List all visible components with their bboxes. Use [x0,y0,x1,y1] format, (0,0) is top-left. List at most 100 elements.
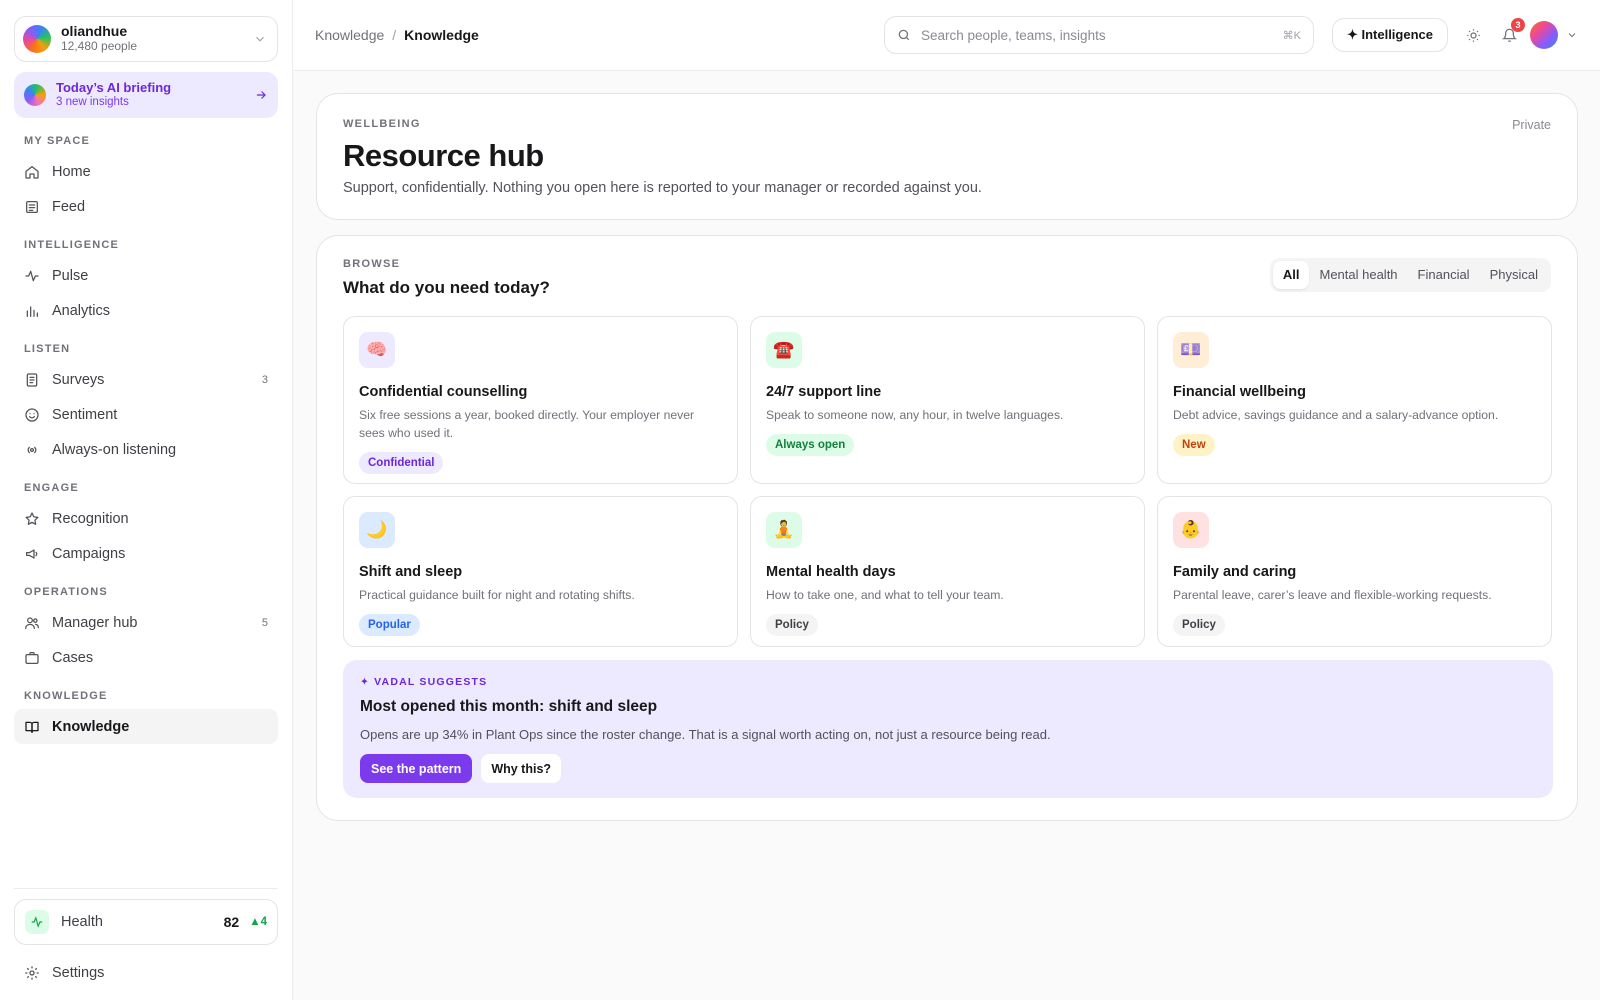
why-this-button[interactable]: Why this? [481,754,562,783]
sidebar-nav: MY SPACE Home Feed INTELLIGENCE Pulse Analyti… [14,134,278,744]
resource-hub-header: WELLBEING Resource hub Support, confiden… [316,93,1578,220]
resource-tag: Popular [359,614,420,636]
theme-toggle[interactable] [1462,24,1484,46]
sidebar-item-count: 5 [261,616,268,629]
resource-description: How to take one, and what to tell your t… [766,588,1004,602]
pulse-icon [25,270,39,281]
sidebar-item-label: Analytics [52,302,111,319]
sidebar-item-home[interactable]: Home [14,154,278,189]
sidebar-item-label: Settings [52,964,105,981]
megaphone-icon [26,548,38,559]
ai-briefing-card[interactable]: Today’s AI briefing 3 new insights [14,72,278,118]
sidebar-section-label: KNOWLEDGE [24,690,108,702]
sidebar-section-label: MY SPACE [24,135,91,147]
resource-tag: Always open [766,434,855,456]
resource-card[interactable]: 👶 Family and caring Parental leave, carer’… [1157,496,1552,647]
suggestion-eyebrow: ✦ VADAL SUGGESTS [360,676,488,688]
resource-card[interactable]: 🧠 Confidential counselling Six free sessio… [343,316,738,484]
sidebar-item-label: Pulse [52,267,89,284]
breadcrumb-parent[interactable]: Knowledge [315,27,384,43]
briefing-title: Today’s AI briefing [56,80,172,95]
sidebar-item-sentiment[interactable]: Sentiment [14,397,278,432]
notifications-button[interactable]: 3 [1498,18,1525,46]
resource-tag: Policy [766,614,818,636]
resource-card[interactable]: 🌙 Shift and sleep Practical guidance built… [343,496,738,647]
page-title: Resource hub [343,138,544,173]
health-label: Health [61,914,103,930]
sidebar-item-campaigns[interactable]: Campaigns [14,536,278,571]
sidebar-item-always-on-listening[interactable]: Always-on listening [14,432,278,467]
feed-icon [26,200,38,213]
org-avatar [23,25,51,53]
tab-all[interactable]: All [1272,261,1310,289]
search-shortcut: ⌘K [1282,29,1301,42]
ai-suggestion-card: ✦ VADAL SUGGESTS Most opened this month:… [343,660,1553,798]
baby-icon: 👶 [1173,512,1209,548]
resource-description: Parental leave, carer’s leave and flexib… [1173,588,1492,602]
briefcase-icon [25,651,39,664]
sidebar-item-label: Recognition [52,510,129,527]
meditation-icon: 🧘 [766,512,802,548]
resource-title: Family and caring [1173,564,1297,580]
resource-card[interactable]: ☎️ 24/7 support line Speak to someone now,… [750,316,1145,484]
breadcrumb-current: Knowledge [404,27,479,43]
sidebar-item-label: Manager hub [52,614,138,631]
sidebar-item-pulse[interactable]: Pulse [14,258,278,293]
moon-icon: 🌙 [359,512,395,548]
tab-mental-health[interactable]: Mental health [1309,261,1407,289]
resource-card[interactable]: 🧘 Mental health days How to take one, and … [750,496,1145,647]
sidebar-item-analytics[interactable]: Analytics [14,293,278,328]
health-delta: ▲4 [249,916,267,928]
see-pattern-button[interactable]: See the pattern [360,754,473,783]
sidebar-item-label: Knowledge [52,718,130,735]
sidebar-item-manager-hub[interactable]: Manager hub 5 [14,605,278,640]
chevron-down-icon [256,36,264,42]
sidebar-item-surveys[interactable]: Surveys 3 [14,362,278,397]
sidebar-section-label: ENGAGE [24,482,79,494]
top-bar: Knowledge / Knowledge ⌘K ✦ Intelligence … [293,0,1600,71]
sidebar-item-feed[interactable]: Feed [14,189,278,224]
survey-icon [26,372,38,387]
sidebar-item-label: Feed [52,198,86,215]
sidebar-section-label: INTELLIGENCE [24,239,120,251]
org-name: oliandhue [61,23,128,39]
sidebar: oliandhue 12,480 people Today’s AI brief… [0,0,293,1000]
sun-icon [1466,28,1480,42]
star-icon [25,511,39,525]
resource-description: Speak to someone now, any hour, in twelv… [766,408,1064,422]
sidebar-section-label: LISTEN [24,343,71,355]
sidebar-item-recognition[interactable]: Recognition [14,501,278,536]
phone-icon: ☎️ [766,332,802,368]
sidebar-item-label: Home [52,163,91,180]
resource-description: Six free sessions a year, booked directl… [359,408,695,440]
tab-financial[interactable]: Financial [1408,261,1480,289]
pulse-icon [25,910,49,934]
health-score-card[interactable]: Health 82 ▲4 [14,899,278,945]
resource-title: Confidential counselling [359,384,528,400]
sidebar-item-label: Cases [52,649,94,666]
gear-icon [25,965,39,980]
user-avatar[interactable] [1530,21,1558,49]
resource-description: Practical guidance built for night and r… [359,588,635,602]
book-icon [25,721,39,733]
search-input[interactable] [920,27,1283,43]
sidebar-item-cases[interactable]: Cases [14,640,278,675]
org-switcher[interactable]: oliandhue 12,480 people [14,16,278,62]
chevron-down-icon[interactable] [1566,29,1578,41]
browse-panel: BROWSE What do you need today? All Mental… [316,235,1578,821]
users-icon [25,616,39,629]
resource-tag: New [1173,434,1215,456]
arrow-right-icon [256,91,266,99]
sidebar-item-label: Surveys [52,371,105,388]
page-description: Support, confidentially. Nothing you ope… [343,180,982,196]
sidebar-item-count: 3 [261,373,268,386]
tab-physical[interactable]: Physical [1480,261,1548,289]
intelligence-button[interactable]: ✦ Intelligence [1331,18,1448,52]
search-bar[interactable]: ⌘K [883,16,1314,54]
home-icon [25,165,39,179]
sidebar-item-knowledge[interactable]: Knowledge [14,709,278,744]
resource-card[interactable]: 💷 Financial wellbeing Debt advice, savings… [1157,316,1552,484]
notification-count: 3 [1511,18,1525,32]
sidebar-item-settings[interactable]: Settings [14,955,278,990]
visibility-label: Private [1512,118,1551,132]
